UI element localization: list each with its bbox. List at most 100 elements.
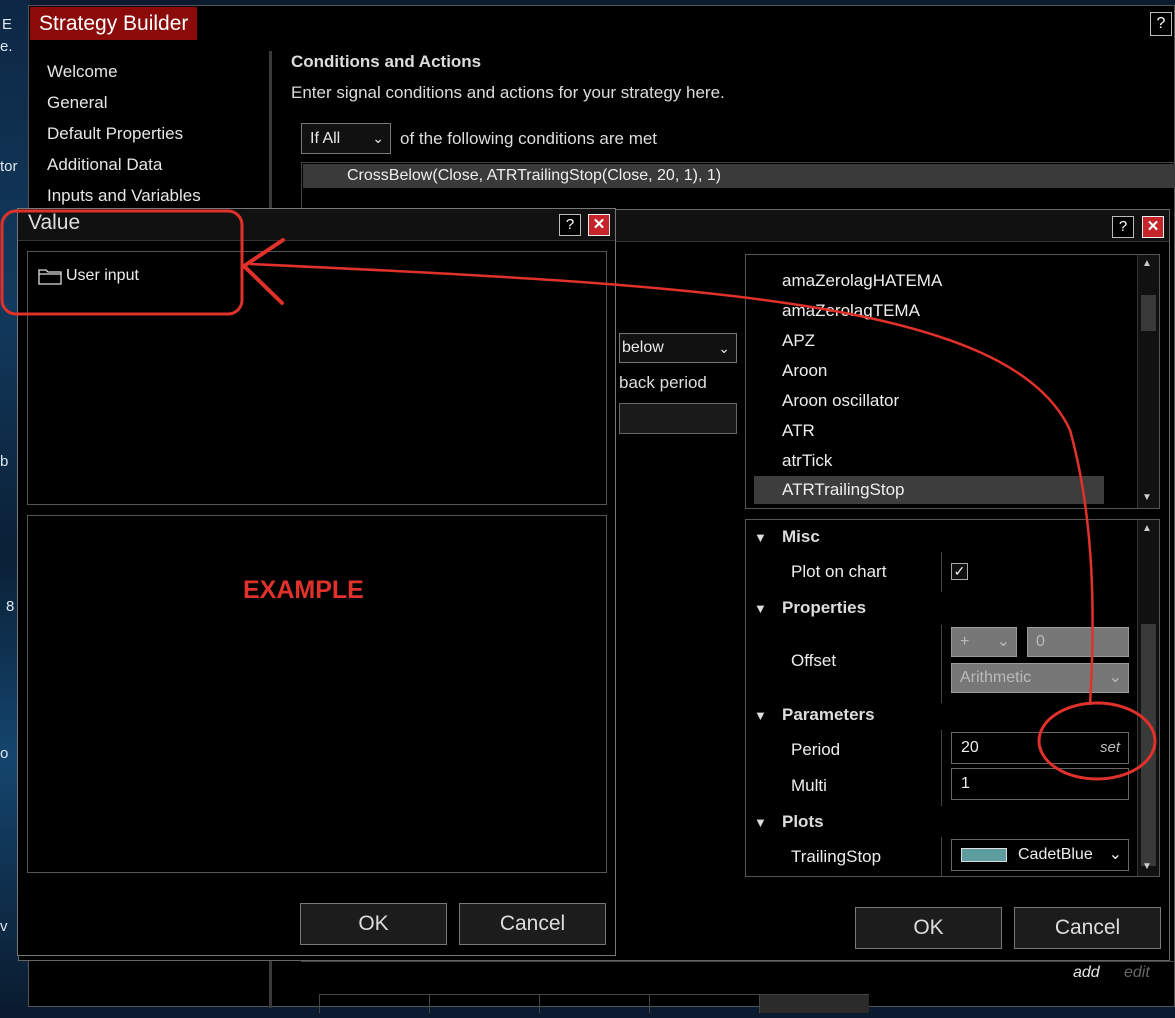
set-button[interactable]: set bbox=[1100, 733, 1120, 763]
collapse-triangle-icon: ▼ bbox=[754, 815, 767, 830]
scroll-down-icon[interactable]: ▼ bbox=[1142, 861, 1152, 872]
property-label: Offset bbox=[791, 651, 837, 670]
category-parameters[interactable]: ▼ Parameters bbox=[754, 705, 875, 725]
cancel-button[interactable]: Cancel bbox=[1014, 907, 1161, 949]
nav-item-inputs-variables[interactable]: Inputs and Variables bbox=[47, 180, 277, 211]
offset-value-input[interactable]: 0 bbox=[1027, 627, 1129, 657]
title-bar: Strategy Builder ? bbox=[29, 6, 1174, 40]
list-item[interactable]: amaZerolagHATEMA bbox=[754, 267, 1104, 295]
chevron-down-icon: ⌄ bbox=[1108, 846, 1122, 863]
scroll-thumb[interactable] bbox=[1141, 295, 1156, 331]
comparison-value: below bbox=[622, 339, 664, 356]
nav-item-welcome[interactable]: Welcome bbox=[47, 56, 277, 87]
window-title: Strategy Builder bbox=[30, 7, 198, 40]
plot-on-chart-checkbox[interactable]: ✓ bbox=[951, 563, 968, 580]
list-item[interactable]: ATR bbox=[754, 417, 1104, 445]
dialog-title: Value bbox=[28, 211, 81, 234]
help-button[interactable]: ? bbox=[1150, 12, 1172, 36]
nav-item-default-properties[interactable]: Default Properties bbox=[47, 118, 277, 149]
chevron-down-icon: ⌄ bbox=[372, 130, 384, 146]
category-properties[interactable]: ▼ Properties bbox=[754, 598, 866, 618]
multi-input[interactable]: 1 bbox=[951, 768, 1129, 800]
ok-button[interactable]: OK bbox=[855, 907, 1002, 949]
desktop-fragment: tor bbox=[0, 158, 18, 175]
property-grid-scrollbar[interactable]: ▲ ▼ bbox=[1137, 520, 1159, 876]
list-item[interactable]: APZ bbox=[754, 327, 1104, 355]
property-grid: ▼ Misc Plot on chart ✓ ▼ Properties Offset… bbox=[745, 519, 1160, 877]
category-label: Parameters bbox=[782, 705, 875, 724]
folder-icon bbox=[38, 269, 62, 285]
list-item[interactable]: amaZerolagTEMA bbox=[754, 297, 1104, 325]
nav-item-additional-data[interactable]: Additional Data bbox=[47, 149, 277, 180]
collapse-triangle-icon: ▼ bbox=[754, 530, 767, 545]
help-button[interactable]: ? bbox=[1112, 216, 1134, 238]
lookback-input[interactable] bbox=[619, 403, 737, 434]
scroll-down-icon[interactable]: ▼ bbox=[1142, 492, 1152, 503]
desktop-fragment: o bbox=[0, 745, 9, 762]
chevron-down-icon: ⌄ bbox=[718, 340, 730, 356]
value-tree: User input bbox=[27, 251, 607, 505]
category-misc[interactable]: ▼ Misc bbox=[754, 527, 820, 547]
offset-type-value: Arithmetic bbox=[960, 669, 1032, 686]
desktop-fragment: e. bbox=[0, 38, 13, 55]
condition-mode-select[interactable]: If All ⌄ bbox=[301, 123, 391, 154]
add-link[interactable]: add bbox=[1073, 964, 1100, 982]
value-dialog: Value ? ✕ User input EXAMPLE OK Cancel bbox=[17, 208, 616, 956]
nav-item-general[interactable]: General bbox=[47, 87, 277, 118]
comparison-select[interactable]: below ⌄ bbox=[619, 333, 737, 363]
section-title: Conditions and Actions bbox=[291, 52, 482, 71]
color-swatch bbox=[961, 848, 1007, 862]
condition-mode-text: of the following conditions are met bbox=[400, 129, 658, 148]
scroll-thumb[interactable] bbox=[1141, 624, 1156, 866]
plot-color-name: CadetBlue bbox=[1018, 846, 1093, 863]
category-label: Properties bbox=[782, 598, 867, 617]
ok-button[interactable]: OK bbox=[300, 903, 447, 945]
offset-type-select[interactable]: Arithmetic ⌄ bbox=[951, 663, 1129, 693]
category-label: Misc bbox=[782, 527, 820, 546]
help-button[interactable]: ? bbox=[559, 214, 581, 236]
chevron-down-icon: ⌄ bbox=[1108, 669, 1122, 686]
plot-color-select[interactable]: CadetBlue ⌄ bbox=[951, 839, 1129, 871]
property-label: Plot on chart bbox=[791, 562, 887, 581]
offset-sign-value: + bbox=[960, 633, 970, 650]
footer-tabs bbox=[319, 994, 1089, 1013]
property-label: Multi bbox=[791, 776, 827, 795]
cancel-button[interactable]: Cancel bbox=[459, 903, 606, 945]
property-label: TrailingStop bbox=[791, 847, 882, 866]
close-button[interactable]: ✕ bbox=[588, 214, 610, 236]
scroll-up-icon[interactable]: ▲ bbox=[1142, 258, 1152, 269]
chevron-down-icon: ⌄ bbox=[996, 633, 1010, 650]
period-input[interactable]: 20 set bbox=[951, 732, 1129, 764]
edit-link[interactable]: edit bbox=[1124, 964, 1150, 982]
desktop-fragment: v bbox=[0, 918, 8, 935]
period-value: 20 bbox=[961, 739, 979, 756]
value-details-panel: EXAMPLE bbox=[27, 515, 607, 873]
list-item-selected[interactable]: ATRTrailingStop bbox=[754, 476, 1104, 504]
condition-row[interactable]: CrossBelow(Close, ATRTrailingStop(Close,… bbox=[303, 164, 1175, 188]
desktop-fragment: E bbox=[2, 16, 13, 33]
indicator-list: amaZerolagHATEMA amaZerolagTEMA APZ Aroo… bbox=[745, 254, 1160, 509]
wizard-nav: Welcome General Default Properties Addit… bbox=[47, 56, 277, 211]
condition-mode-value: If All bbox=[310, 130, 341, 147]
collapse-triangle-icon: ▼ bbox=[754, 601, 767, 616]
scroll-up-icon[interactable]: ▲ bbox=[1142, 523, 1152, 534]
list-item[interactable]: atrTick bbox=[754, 447, 1104, 475]
indicator-list-scrollbar[interactable]: ▲ ▼ bbox=[1137, 255, 1159, 508]
column-divider bbox=[941, 837, 942, 876]
tree-item-user-input[interactable]: User input bbox=[66, 267, 139, 285]
list-item[interactable]: Aroon bbox=[754, 357, 1104, 385]
dialog-title-bar: Value ? ✕ bbox=[18, 209, 615, 241]
section-description: Enter signal conditions and actions for … bbox=[291, 83, 725, 102]
property-label: Period bbox=[791, 740, 841, 759]
desktop-fragment: 8 bbox=[6, 598, 15, 615]
desktop-fragment: b bbox=[0, 453, 9, 470]
category-plots[interactable]: ▼ Plots bbox=[754, 812, 824, 832]
column-divider bbox=[941, 730, 942, 806]
column-divider bbox=[941, 625, 942, 703]
list-item[interactable]: Aroon oscillator bbox=[754, 387, 1104, 415]
column-divider bbox=[941, 552, 942, 592]
offset-sign-select[interactable]: + ⌄ bbox=[951, 627, 1017, 657]
close-button[interactable]: ✕ bbox=[1142, 216, 1164, 238]
category-label: Plots bbox=[782, 812, 824, 831]
collapse-triangle-icon: ▼ bbox=[754, 708, 767, 723]
